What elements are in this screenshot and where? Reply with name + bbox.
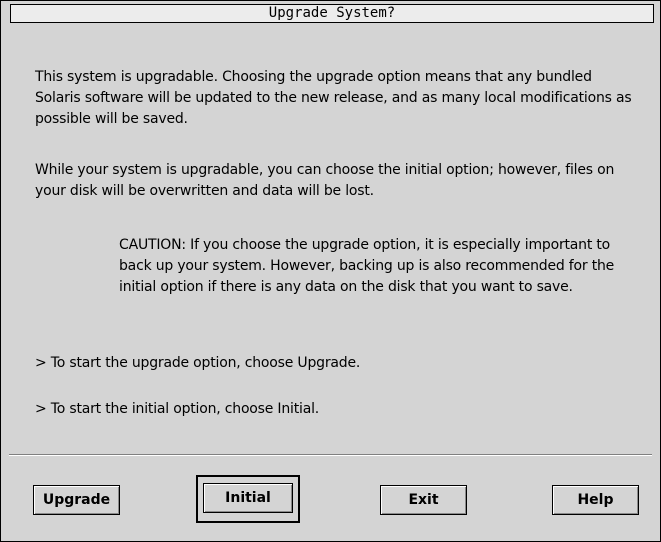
caution-note: CAUTION: If you choose the upgrade optio…	[119, 237, 615, 295]
help-button[interactable]: Help	[552, 485, 639, 515]
initial-instruction: > To start the initial option, choose In…	[35, 401, 320, 417]
upgrade-button[interactable]: Upgrade	[33, 485, 120, 515]
upgrade-dialog: Upgrade System? This system is upgradabl…	[0, 0, 661, 542]
initial-option-warning: While your system is upgradable, you can…	[35, 162, 615, 199]
upgradable-description: This system is upgradable. Choosing the …	[35, 69, 632, 127]
button-area-separator	[9, 454, 652, 456]
upgrade-instruction: > To start the upgrade option, choose Up…	[35, 355, 361, 371]
dialog-title: Upgrade System?	[10, 4, 654, 23]
initial-button[interactable]: Initial	[203, 483, 293, 513]
exit-button[interactable]: Exit	[380, 485, 467, 515]
